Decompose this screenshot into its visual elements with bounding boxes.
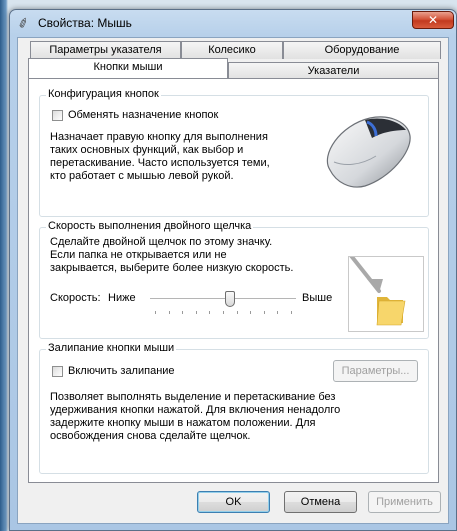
speed-slider-tick xyxy=(169,311,170,314)
speed-fast-label: Выше xyxy=(302,292,333,304)
close-button[interactable]: ✕ xyxy=(412,11,454,29)
folder-icon xyxy=(339,241,406,326)
click-lock-desc-line-4: освобождения снова сделайте щелчок. xyxy=(50,430,251,442)
speed-slider-thumb[interactable] xyxy=(225,291,235,307)
tab-buttons[interactable]: Кнопки мыши xyxy=(28,58,228,78)
click-lock-desc-line-1: Позволяет выполнять выделение и перетаск… xyxy=(50,391,336,403)
speed-slider-tick xyxy=(264,311,265,314)
double-click-desc-line-1: Сделайте двойной щелчок по этому значку. xyxy=(50,236,273,248)
mouse-icon: ✐ xyxy=(15,14,32,33)
button-config-legend: Конфигурация кнопок xyxy=(46,88,161,100)
apply-button[interactable]: Применить xyxy=(368,491,441,513)
dialog-client-area: Параметры указателя Колесико Оборудовани… xyxy=(17,37,449,524)
swap-buttons-label[interactable]: Обменять назначение кнопок xyxy=(68,109,218,122)
speed-slider-tick xyxy=(250,311,251,314)
window-title: Свойства: Мышь xyxy=(38,16,132,30)
click-lock-group: Залипание кнопки мыши Включить залипание… xyxy=(39,342,429,474)
speed-slider-tick xyxy=(291,311,292,314)
double-click-desc-line-2: Если папка не открывается или не xyxy=(50,249,227,261)
speed-slider-tick xyxy=(209,311,210,314)
speed-slider-tick xyxy=(277,311,278,314)
double-click-legend: Скорость выполнения двойного щелчка xyxy=(46,220,254,232)
button-config-desc-line-2: таких основных функций, как выбор и xyxy=(50,144,244,156)
click-lock-desc-line-2: удерживания кнопки нажатой. Для включени… xyxy=(50,404,341,416)
speed-slider-tick xyxy=(155,311,156,314)
mouse-illustration-icon xyxy=(326,116,411,188)
mouse-properties-window: ✐ Свойства: Мышь ✕ Параметры указателя К… xyxy=(9,9,457,531)
speed-label: Скорость: xyxy=(50,292,101,304)
tab-pointers[interactable]: Указатели xyxy=(228,62,439,79)
speed-slider[interactable] xyxy=(150,290,296,320)
tab-wheel[interactable]: Колесико xyxy=(181,41,283,59)
click-lock-settings-button[interactable]: Параметры... xyxy=(333,360,418,382)
speed-slider-tick xyxy=(237,311,238,314)
speed-slider-track xyxy=(150,298,296,302)
click-lock-checkbox[interactable] xyxy=(52,366,63,377)
ok-button[interactable]: OK xyxy=(197,491,270,513)
double-click-group: Скорость выполнения двойного щелчка Сдел… xyxy=(39,220,429,339)
tab-panel-buttons: Конфигурация кнопок Обменять назначение … xyxy=(28,78,439,483)
button-config-desc-line-4: кто работает с мышью левой рукой. xyxy=(50,170,234,182)
click-lock-label[interactable]: Включить залипание xyxy=(68,365,175,378)
speed-slider-tick xyxy=(182,311,183,314)
button-config-group: Конфигурация кнопок Обменять назначение … xyxy=(39,88,429,217)
speed-slider-tick xyxy=(223,311,224,314)
swap-buttons-checkbox[interactable] xyxy=(52,110,63,121)
title-bar[interactable]: ✐ Свойства: Мышь ✕ xyxy=(10,10,456,36)
speed-slow-label: Ниже xyxy=(108,292,136,304)
test-folder-area[interactable] xyxy=(339,241,424,332)
double-click-desc-line-3: закрывается, выберите более низкую скоро… xyxy=(50,262,294,274)
tab-pointer-options[interactable]: Параметры указателя xyxy=(30,41,181,59)
click-lock-legend: Залипание кнопки мыши xyxy=(46,342,177,354)
tab-hardware[interactable]: Оборудование xyxy=(283,41,441,59)
click-lock-desc-line-3: задержите кнопку мыши в нажатом положени… xyxy=(50,417,316,429)
speed-slider-tick xyxy=(196,311,197,314)
button-config-desc-line-1: Назначает правую кнопку для выполнения xyxy=(50,131,268,143)
button-config-desc-line-3: перетаскивание. Часто используется теми, xyxy=(50,157,270,169)
cancel-button[interactable]: Отмена xyxy=(284,491,357,513)
